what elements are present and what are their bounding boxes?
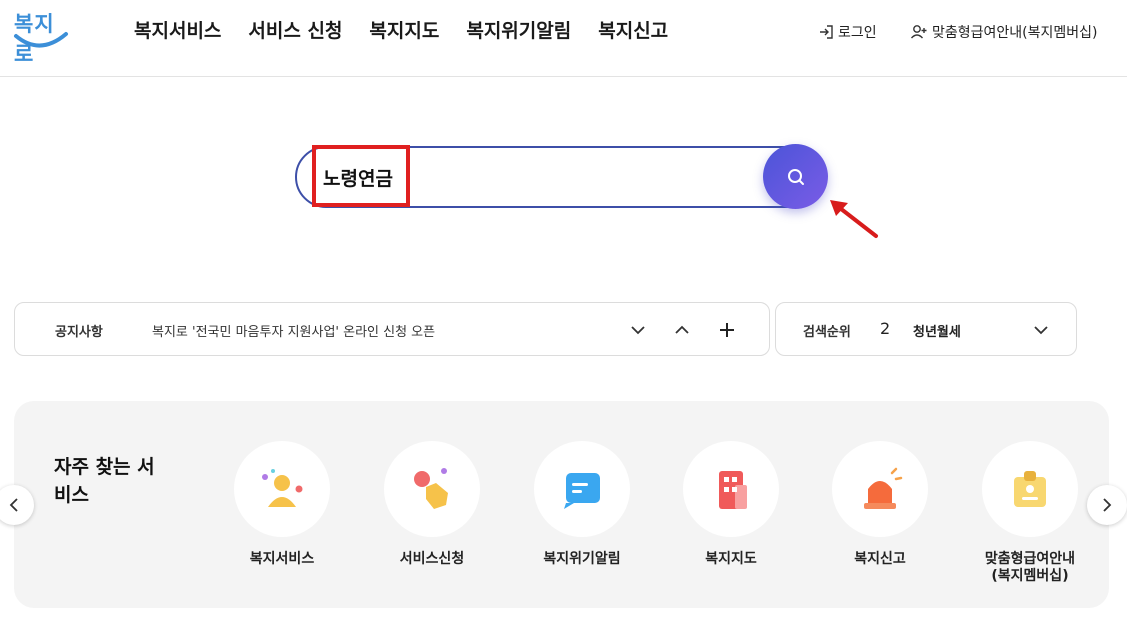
notice-bar: 공지사항 복지로 '전국민 마음투자 지원사업' 온라인 신청 오픈 <box>14 302 770 356</box>
person-icon <box>262 469 303 507</box>
service-icon-circle <box>234 441 330 537</box>
login-label: 로그인 <box>838 25 877 41</box>
search-button[interactable] <box>763 144 828 209</box>
chevron-up-icon <box>675 325 689 334</box>
frequent-services: 자주 찾는 서비스 복지서비스 서비스신청 복지위기알림 복지지도 복지신고 맞… <box>14 401 1109 608</box>
header: 복지로 복지서비스 서비스 신청 복지지도 복지위기알림 복지신고 로그인 맞춤… <box>0 0 1127 77</box>
service-icon-circle <box>384 441 480 537</box>
notice-more-button[interactable] <box>714 317 740 343</box>
service-item-welfare-report[interactable]: 복지신고 <box>820 441 940 568</box>
chevron-down-icon <box>631 326 645 335</box>
service-item-crisis-alert[interactable]: 복지위기알림 <box>522 441 642 568</box>
rank-expand-button[interactable] <box>1028 317 1054 343</box>
rank-number: 2 <box>880 319 891 338</box>
notice-next-button[interactable] <box>625 317 651 343</box>
service-label: 서비스신청 <box>399 551 465 567</box>
nav-crisis-alert[interactable]: 복지위기알림 <box>466 16 571 43</box>
login-link[interactable]: 로그인 <box>818 22 877 42</box>
message-icon <box>564 473 600 509</box>
services-title: 자주 찾는 서비스 <box>54 456 155 506</box>
search-rank[interactable]: 검색순위 2 청년월세 <box>775 302 1077 356</box>
service-item-membership[interactable]: 맞춤형급여안내 (복지멤버십) <box>970 441 1090 585</box>
annotation-highlight-box <box>312 145 410 207</box>
building-icon <box>719 471 747 509</box>
logo-smile-icon <box>14 32 68 48</box>
user-add-icon <box>910 25 927 39</box>
membership-link[interactable]: 맞춤형급여안내(복지멤버십) <box>910 22 1097 42</box>
carousel-next-button[interactable] <box>1087 485 1127 525</box>
service-label: 복지서비스 <box>249 551 315 567</box>
annotation-arrow-icon <box>830 200 878 238</box>
service-item-apply[interactable]: 서비스신청 <box>372 441 492 568</box>
notice-label: 공지사항 <box>55 325 103 340</box>
notice-text[interactable]: 복지로 '전국민 마음투자 지원사업' 온라인 신청 오픈 <box>152 321 435 340</box>
nav-welfare-service[interactable]: 복지서비스 <box>134 16 221 43</box>
nav-welfare-report[interactable]: 복지신고 <box>598 16 668 43</box>
nav-welfare-map[interactable]: 복지지도 <box>369 16 439 43</box>
service-icon-circle <box>832 441 928 537</box>
chevron-down-icon <box>1034 326 1048 335</box>
nav-service-apply[interactable]: 서비스 신청 <box>248 16 342 43</box>
login-icon <box>820 25 833 39</box>
service-label: 복지신고 <box>854 551 906 567</box>
service-item-welfare-map[interactable]: 복지지도 <box>671 441 791 568</box>
search-icon <box>787 168 804 185</box>
chevron-left-icon <box>9 498 18 512</box>
service-item-welfare[interactable]: 복지서비스 <box>222 441 342 568</box>
tap-hand-icon <box>414 468 448 509</box>
service-label: 복지위기알림 <box>543 551 621 567</box>
service-icon-circle <box>683 441 779 537</box>
main-nav: 복지서비스 서비스 신청 복지지도 복지위기알림 복지신고 <box>134 16 695 43</box>
service-label: 복지지도 <box>705 551 757 567</box>
membership-label: 맞춤형급여안내(복지멤버십) <box>932 25 1098 41</box>
logo[interactable]: 복지로 <box>12 6 70 66</box>
chevron-right-icon <box>1103 498 1112 512</box>
rank-label: 검색순위 <box>803 325 851 340</box>
service-icon-circle <box>534 441 630 537</box>
rank-keyword[interactable]: 청년월세 <box>913 321 961 340</box>
id-card-icon <box>1014 471 1046 507</box>
plus-icon <box>720 323 734 337</box>
service-label: 맞춤형급여안내 (복지멤버십) <box>984 551 1076 584</box>
notice-prev-button[interactable] <box>669 317 695 343</box>
siren-icon <box>864 467 903 509</box>
service-icon-circle <box>982 441 1078 537</box>
